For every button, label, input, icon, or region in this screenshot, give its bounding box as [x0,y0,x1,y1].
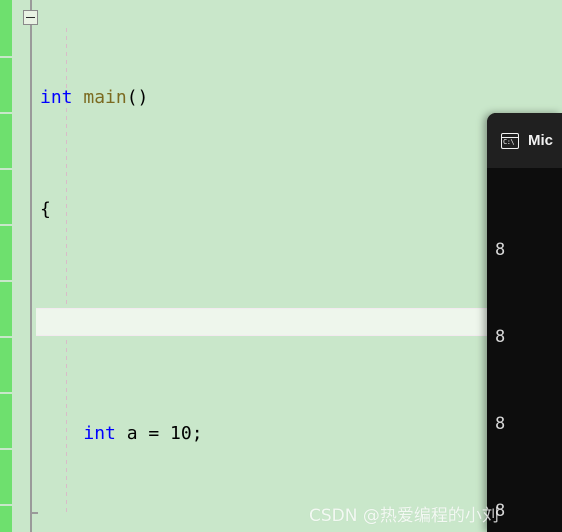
console-output-area: 8 8 8 8 D:\sou 按任意 [487,168,562,532]
code-editor[interactable]: int main() { int a = 10; float b = 2.2f;… [0,0,562,532]
brace-open: { [40,199,51,220]
console-output-line: 8 [495,327,506,347]
change-indicator-bar [0,0,12,532]
screenshot-root: int main() { int a = 10; float b = 2.2f;… [0,0,562,532]
console-title-text: Mic [528,132,554,149]
keyword-int: int [83,423,116,444]
console-output-line: 8 [495,240,506,260]
code-line-1[interactable]: int main() [36,84,562,112]
code-line-3-blank[interactable] [36,308,562,336]
debug-console-window[interactable]: C:\ Mic 8 8 8 8 D:\sou 按任意 [487,113,562,532]
code-line-2[interactable]: { [36,196,562,224]
fold-region-rail [30,0,32,532]
keyword-int: int [40,87,73,108]
code-line-4[interactable]: int a = 10; [36,420,562,448]
console-window-icon: C:\ [501,132,519,149]
console-output-line: 8 [495,501,506,521]
minus-glyph [26,16,35,19]
editor-gutter[interactable] [12,0,30,532]
code-text-area[interactable]: int main() { int a = 10; float b = 2.2f;… [36,0,562,532]
decl-a: a = 10; [115,423,203,444]
console-output-line: 8 [495,414,506,434]
function-main: main [83,87,127,108]
console-icon-label: C:\ [503,137,515,146]
console-title-bar[interactable]: C:\ Mic [487,113,562,168]
paren-empty: () [126,87,149,108]
